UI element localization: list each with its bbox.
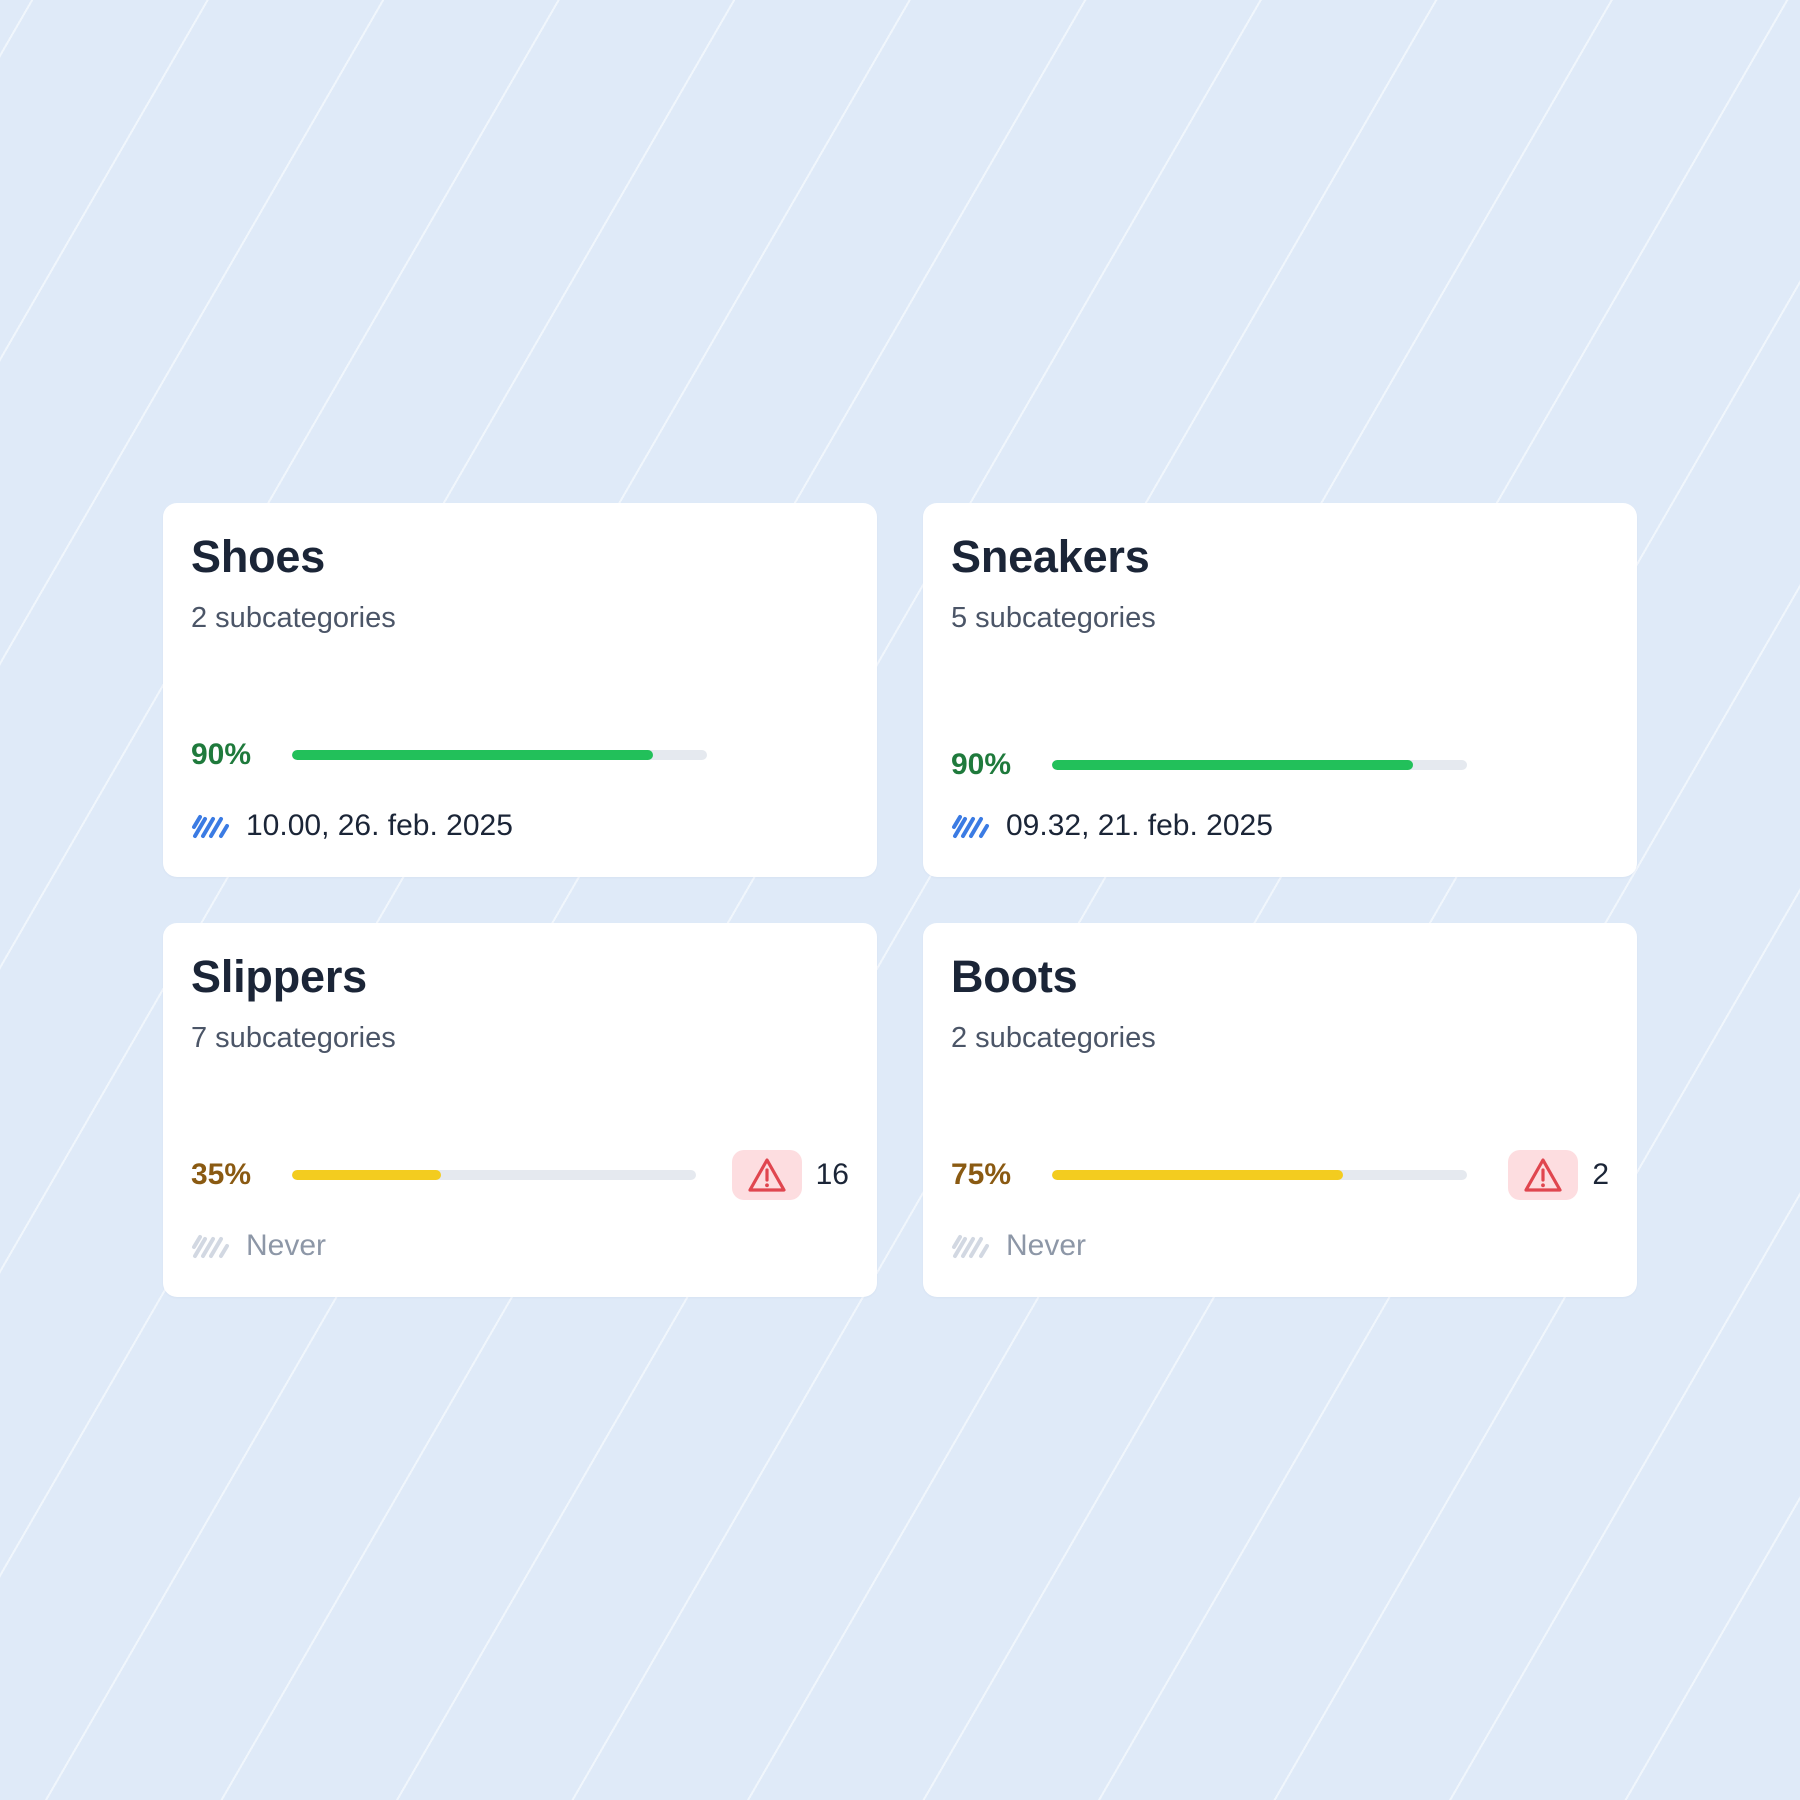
last-sync-time: 10.00, 26. feb. 2025 <box>246 809 513 842</box>
progress-bar-fill <box>292 1170 442 1180</box>
warning-triangle-icon <box>748 1158 786 1192</box>
progress-bar-fill <box>292 750 654 760</box>
sync-active-icon <box>192 815 229 838</box>
card-title: Sneakers <box>951 531 1150 582</box>
card-title: Slippers <box>191 951 367 1002</box>
card-title: Boots <box>951 951 1078 1002</box>
card-subtitle: 5 subcategories <box>951 602 1156 634</box>
progress-bar <box>1052 760 1467 770</box>
category-card-shoes[interactable]: Shoes 2 subcategories 90% 10.00, 26. feb… <box>163 503 877 877</box>
card-subtitle: 2 subcategories <box>951 1022 1156 1054</box>
category-card-sneakers[interactable]: Sneakers 5 subcategories 90% 09.32, 21. … <box>923 503 1637 877</box>
progress-bar-fill <box>1052 1170 1343 1180</box>
last-sync-row: Never <box>191 1226 326 1266</box>
progress-bar-fill <box>1052 760 1414 770</box>
last-sync-time: 09.32, 21. feb. 2025 <box>1006 809 1273 842</box>
progress-bar <box>292 750 707 760</box>
alert-count: 2 <box>1592 1158 1609 1191</box>
card-subtitle: 2 subcategories <box>191 602 396 634</box>
sync-active-icon <box>952 815 989 838</box>
alert-count: 16 <box>815 1158 849 1191</box>
progress-percent: 35% <box>191 1158 252 1191</box>
sync-inactive-icon <box>952 1235 989 1258</box>
alert-badge[interactable] <box>1508 1150 1579 1200</box>
progress-bar <box>1052 1170 1467 1180</box>
sync-inactive-icon <box>192 1235 229 1258</box>
last-sync-row: Never <box>951 1226 1086 1266</box>
warning-triangle-icon <box>1524 1158 1562 1192</box>
category-card-grid: Shoes 2 subcategories 90% 10.00, 26. feb… <box>163 503 1637 1297</box>
progress-row: 75% 2 <box>951 1150 1609 1200</box>
progress-row: 90% <box>951 740 1609 790</box>
alert-badge[interactable] <box>731 1150 802 1200</box>
card-title: Shoes <box>191 531 326 582</box>
category-card-boots[interactable]: Boots 2 subcategories 75% 2 Never <box>923 923 1637 1297</box>
last-sync-row: 09.32, 21. feb. 2025 <box>951 806 1273 846</box>
category-card-slippers[interactable]: Slippers 7 subcategories 35% 16 Never <box>163 923 877 1297</box>
progress-row: 90% <box>191 730 849 780</box>
last-sync-row: 10.00, 26. feb. 2025 <box>191 806 513 846</box>
progress-bar <box>292 1170 696 1180</box>
card-subtitle: 7 subcategories <box>191 1022 396 1054</box>
progress-row: 35% 16 <box>191 1150 849 1200</box>
last-sync-time: Never <box>1006 1229 1087 1262</box>
progress-percent: 90% <box>951 748 1012 781</box>
progress-percent: 90% <box>191 738 252 771</box>
last-sync-time: Never <box>246 1229 327 1262</box>
progress-percent: 75% <box>951 1158 1012 1191</box>
